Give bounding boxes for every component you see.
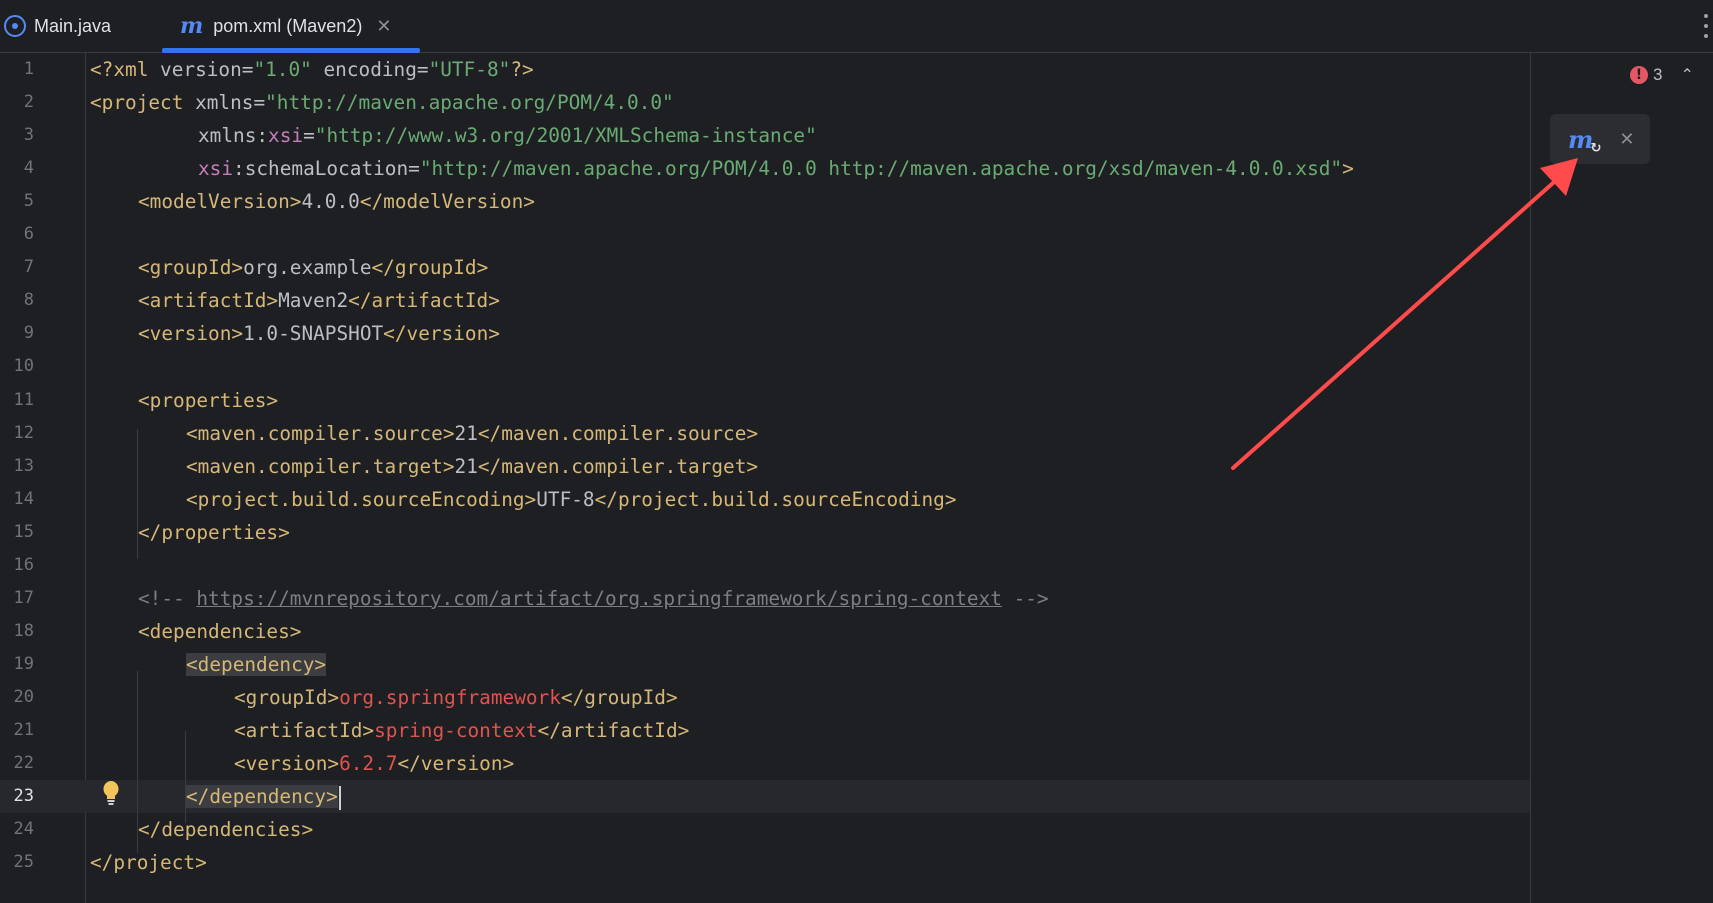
annotation-arrow (1231, 158, 1578, 470)
